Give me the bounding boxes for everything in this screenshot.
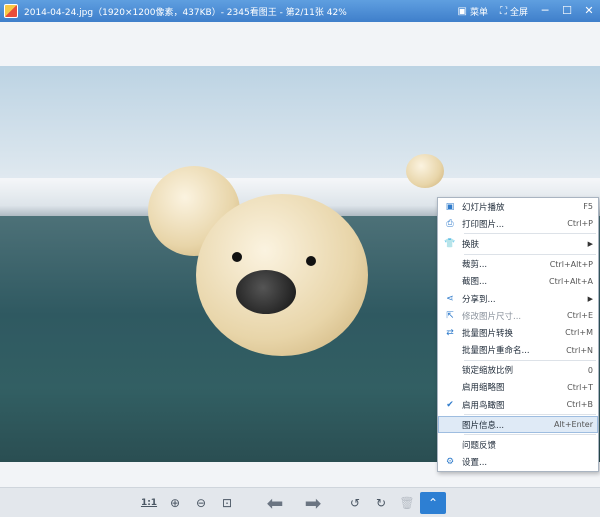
fullscreen-button[interactable]: ⛶ 全屏	[494, 0, 534, 22]
menu-item-shortcut: Ctrl+B	[566, 400, 593, 410]
zoom-out-icon: ⊖	[195, 495, 207, 510]
photo-bear-far	[406, 154, 444, 188]
menu-item-label: 启用鸟瞰图	[462, 400, 505, 411]
menu-item-label: 设置...	[462, 458, 488, 469]
menu-item-label: 分享到...	[462, 294, 496, 305]
menu-item[interactable]: ⋖ 分享到... ▶	[438, 290, 598, 307]
tshirt-icon: 👕	[444, 238, 456, 249]
fullscreen-icon: ⛶	[499, 5, 507, 17]
menu-item[interactable]: 图片信息... Alt+Enter	[438, 416, 598, 434]
menu-separator	[464, 359, 596, 361]
menu-item-label: 批量图片转换	[462, 328, 514, 339]
menu-separator	[464, 414, 596, 416]
delete-button[interactable]: 🗑	[394, 492, 420, 514]
menu-item[interactable]: 启用缩略图 Ctrl+T	[438, 379, 598, 396]
next-image-button[interactable]: ➡	[294, 490, 332, 515]
menu-item-label: 图片信息...	[462, 420, 505, 431]
fit-window-button[interactable]: ⊡	[214, 492, 240, 514]
menu-item-shortcut: Alt+Enter	[553, 420, 593, 430]
menu-item-label: 换肤	[462, 239, 480, 250]
minimize-button[interactable]: ─	[534, 0, 556, 22]
rotate-right-button[interactable]: ↻	[368, 492, 394, 514]
window-title: 2014-04-24.jpg（1920×1200像素，437KB）- 2345看…	[24, 7, 347, 18]
menu-button[interactable]: ▣ 菜单	[452, 0, 494, 22]
menu-item[interactable]: ⎙ 打印图片... Ctrl+P	[438, 215, 598, 232]
menu-item-label: 幻灯片播放	[462, 202, 505, 213]
menu-item-label: 启用缩略图	[462, 383, 505, 394]
share-icon: ⋖	[446, 293, 454, 304]
menu-item-shortcut: 0	[587, 365, 593, 375]
menu-label: 菜单	[469, 7, 488, 18]
trash-icon: 🗑	[399, 495, 415, 510]
photo-bear-eye-right	[306, 256, 316, 266]
rotate-left-button[interactable]: ↺	[342, 492, 368, 514]
photo-bear-eye-left	[232, 252, 242, 262]
menu-item-shortcut: Ctrl+P	[567, 219, 593, 229]
maximize-button[interactable]: ☐	[556, 0, 578, 22]
menu-item[interactable]: 锁定缩放比例 0	[438, 362, 598, 379]
actual-size-button[interactable]: 1:1	[136, 492, 162, 514]
menu-item[interactable]: 👕 换肤 ▶	[438, 235, 598, 252]
menu-item[interactable]: 截图... Ctrl+Alt+A	[438, 273, 598, 290]
zoom-in-button[interactable]: ⊕	[162, 492, 188, 514]
menu-item-shortcut: F5	[583, 202, 593, 212]
fit-window-icon: ⊡	[221, 495, 233, 510]
gear-icon: ⚙	[445, 457, 455, 468]
menu-icon: ▣	[457, 5, 467, 17]
menu-item[interactable]: ⇄ 批量图片转换 Ctrl+M	[438, 324, 598, 341]
app-icon	[4, 4, 18, 18]
menu-item[interactable]: 裁剪... Ctrl+Alt+P	[438, 256, 598, 273]
menu-item[interactable]: ⚙ 设置...	[438, 454, 598, 471]
menu-separator	[464, 233, 596, 235]
fullscreen-label: 全屏	[509, 7, 528, 18]
menu-item-shortcut: Ctrl+N	[566, 345, 593, 355]
close-button[interactable]: ✕	[578, 0, 600, 22]
menu-item-label: 锁定缩放比例	[462, 366, 514, 377]
rotate-left-icon: ↺	[349, 495, 361, 510]
more-button[interactable]: ⌃	[420, 491, 446, 514]
title-bar: 2014-04-24.jpg（1920×1200像素，437KB）- 2345看…	[0, 0, 600, 22]
submenu-arrow-icon: ▶	[587, 239, 593, 248]
actual-size-label: 1:1	[140, 497, 158, 508]
print-icon: ⎙	[446, 218, 454, 229]
menu-item[interactable]: ▣ 幻灯片播放 F5	[438, 198, 598, 215]
convert-icon: ⇄	[446, 327, 454, 338]
menu-item-label: 截图...	[462, 277, 488, 288]
menu-item[interactable]: 批量图片重命名... Ctrl+N	[438, 342, 598, 359]
menu-item[interactable]: 问题反馈	[438, 436, 598, 453]
menu-item-shortcut: Ctrl+Alt+P	[549, 259, 593, 269]
previous-image-button[interactable]: ⬅	[256, 490, 294, 515]
menu-item-shortcut: Ctrl+Alt+A	[549, 276, 593, 286]
check-icon: ✔	[446, 399, 454, 410]
menu-item-label: 裁剪...	[462, 260, 488, 271]
menu-item-label: 修改图片尺寸...	[462, 311, 522, 322]
menu-item[interactable]: ⇱ 修改图片尺寸... Ctrl+E	[438, 307, 598, 324]
menu-item-label: 批量图片重命名...	[462, 346, 530, 357]
menu-item[interactable]: ✔ 启用鸟瞰图 Ctrl+B	[438, 396, 598, 413]
submenu-arrow-icon: ▶	[587, 294, 593, 303]
photo-bear-nose	[236, 270, 296, 314]
resize-icon: ⇱	[446, 310, 454, 321]
rotate-right-icon: ↻	[375, 495, 387, 510]
menu-separator	[464, 434, 596, 436]
chevron-up-icon: ⌃	[427, 495, 439, 510]
menu-separator	[464, 253, 596, 255]
context-menu: ▣ 幻灯片播放 F5 ⎙ 打印图片... Ctrl+P 👕 换肤 ▶ 裁剪... Ctrl+Alt+…	[437, 197, 599, 472]
menu-item-label: 问题反馈	[462, 441, 497, 452]
bottom-toolbar: 1:1 ⊕ ⊖ ⊡ ⬅ ➡ ↺ ↻ 🗑 ⌃	[0, 487, 600, 517]
menu-item-shortcut: Ctrl+M	[565, 328, 593, 338]
arrow-right-icon: ➡	[304, 490, 322, 515]
zoom-out-button[interactable]: ⊖	[188, 492, 214, 514]
zoom-in-icon: ⊕	[169, 495, 181, 510]
arrow-left-icon: ⬅	[266, 490, 284, 515]
menu-item-shortcut: Ctrl+T	[567, 382, 593, 392]
menu-item-label: 打印图片...	[462, 219, 505, 230]
menu-item-shortcut: Ctrl+E	[567, 311, 593, 321]
slideshow-icon: ▣	[445, 201, 455, 212]
